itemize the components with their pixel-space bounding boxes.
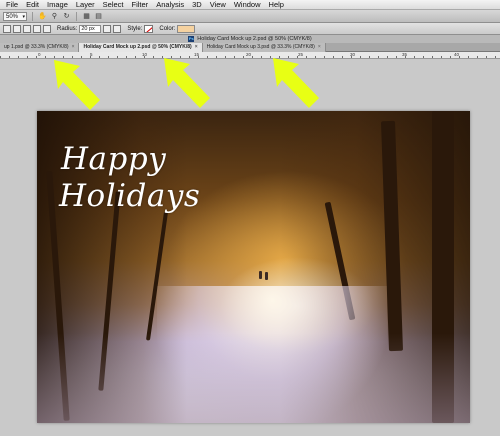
tab-mock-up-3[interactable]: Holiday Card Mock up 3.psd @ 33.3% (CMYK… [202, 43, 326, 52]
toolbar-divider [76, 11, 77, 21]
radius-input[interactable]: 20 px [79, 24, 102, 33]
zoom-level-value: 50% [6, 13, 19, 20]
tab-label: Holiday Card Mock up 3.psd @ 33.3% (CMYK… [206, 44, 315, 50]
menu-bar: File Edit Image Layer Select Filter Anal… [0, 0, 500, 10]
greeting-line-2: Holidays [59, 178, 201, 214]
style-label: Style: [127, 25, 143, 32]
photoshop-icon: Ps [188, 36, 195, 42]
hand-icon[interactable]: ✋ [38, 12, 47, 21]
shape-option-button[interactable] [103, 24, 112, 33]
ruler-number: 0 [38, 52, 41, 57]
shape-option-button[interactable] [113, 24, 122, 33]
menu-image[interactable]: Image [43, 0, 72, 10]
menu-view[interactable]: View [206, 0, 230, 10]
greeting-text: Happy Holidays [59, 141, 201, 215]
ruler-number: 10 [142, 52, 148, 57]
color-swatch[interactable] [177, 24, 196, 33]
document-window-title: Ps Holiday Card Mock up 2.psd @ 50% (CMY… [0, 35, 500, 43]
menu-layer[interactable]: Layer [72, 0, 99, 10]
zoom-level-select[interactable]: 50% ▾ [3, 11, 27, 21]
grid-icon[interactable]: ▦ [82, 12, 91, 21]
annotation-arrow [164, 58, 210, 108]
menu-filter[interactable]: Filter [128, 0, 153, 10]
tab-label: up 1.psd @ 33.3% (CMYK/8) [4, 44, 69, 50]
style-picker[interactable] [144, 24, 154, 33]
tool-options-bar: Radius: 20 px Style: Color: [0, 23, 500, 35]
rotate-icon[interactable]: ↻ [62, 12, 71, 21]
ruler-number: 40 [454, 52, 460, 57]
radius-label: Radius: [57, 25, 78, 32]
menu-analysis[interactable]: Analysis [152, 0, 188, 10]
toolbar-divider [32, 11, 33, 21]
application-bar: 50% ▾ ✋ ⚲ ↻ ▦ ▤ [0, 10, 500, 23]
color-label: Color: [159, 25, 176, 32]
zoom-icon[interactable]: ⚲ [50, 12, 59, 21]
arrange-icon[interactable]: ▤ [94, 12, 103, 21]
ruler-number: 20 [246, 52, 252, 57]
document-tabs: up 1.psd @ 33.3% (CMYK/8) × Holiday Card… [0, 43, 500, 52]
menu-select[interactable]: Select [99, 0, 128, 10]
new-selection-button[interactable] [13, 24, 21, 33]
menu-file[interactable]: File [2, 0, 22, 10]
tab-label: Holiday Card Mock up 2.psd @ 50% (CMYK/8… [83, 44, 192, 50]
close-icon[interactable]: × [318, 43, 321, 52]
walking-figure [265, 272, 268, 280]
holiday-card-photo[interactable]: Happy Holidays [37, 111, 470, 423]
menu-help[interactable]: Help [265, 0, 288, 10]
menu-edit[interactable]: Edit [22, 0, 43, 10]
ruler-number: 30 [350, 52, 356, 57]
chevron-down-icon: ▾ [22, 13, 25, 20]
ruler-number: 35 [402, 52, 408, 57]
intersect-selection-button[interactable] [43, 24, 51, 33]
tab-mock-up-2[interactable]: Holiday Card Mock up 2.psd @ 50% (CMYK/8… [79, 43, 203, 52]
close-icon[interactable]: × [72, 43, 75, 52]
menu-window[interactable]: Window [230, 0, 265, 10]
document-title-text: Holiday Card Mock up 2.psd @ 50% (CMYK/8… [197, 36, 312, 42]
annotation-arrow [273, 58, 319, 108]
greeting-line-1: Happy [61, 141, 167, 177]
tool-preset-picker[interactable] [3, 24, 11, 33]
walking-figure [259, 271, 262, 279]
close-icon[interactable]: × [195, 43, 198, 52]
annotation-arrow [54, 60, 100, 110]
add-selection-button[interactable] [23, 24, 31, 33]
menu-3d[interactable]: 3D [188, 0, 206, 10]
tab-mock-up-1[interactable]: up 1.psd @ 33.3% (CMYK/8) × [0, 43, 80, 52]
subtract-selection-button[interactable] [33, 24, 41, 33]
snow-ground [37, 333, 470, 423]
